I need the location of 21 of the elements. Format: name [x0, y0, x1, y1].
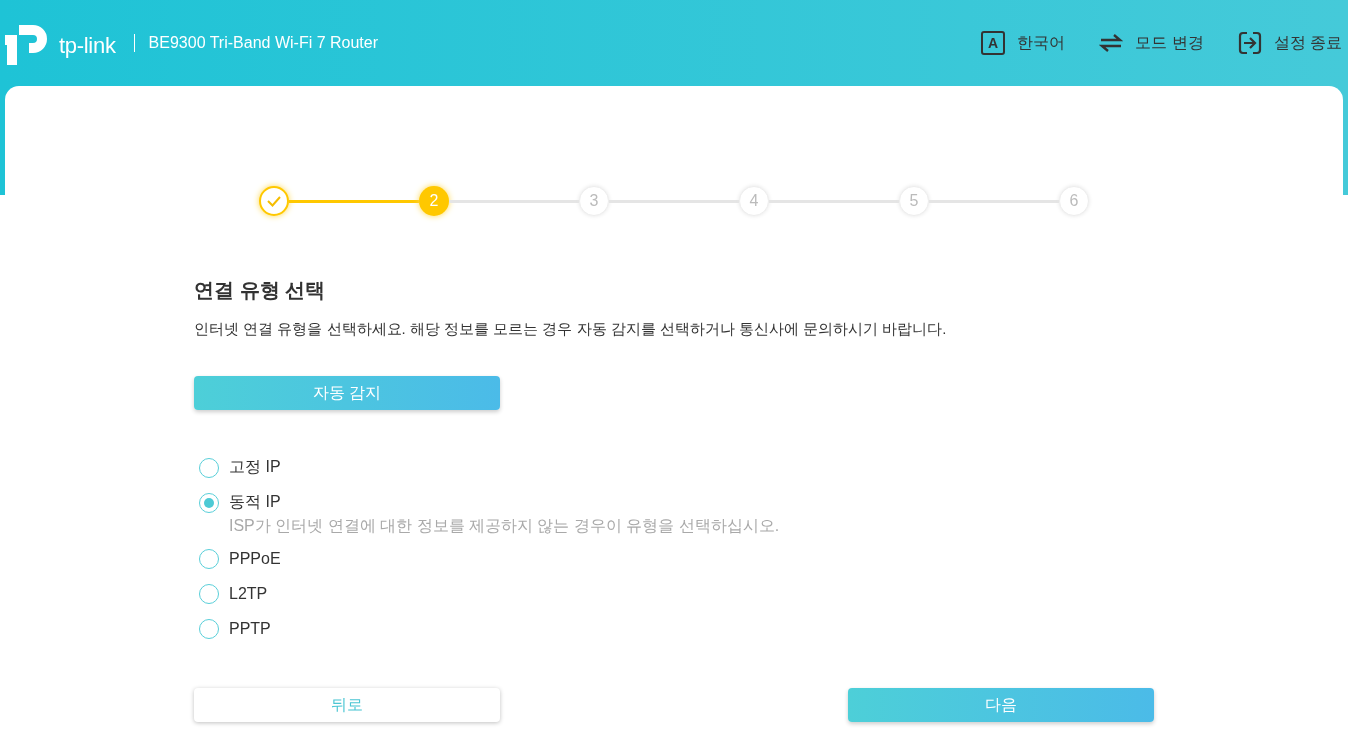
option-hint: ISP가 인터넷 연결에 대한 정보를 제공하지 않는 경우이 유형을 선택하십시오.: [229, 516, 781, 536]
exit-icon: [1237, 31, 1262, 55]
option-label: PPTP: [229, 619, 271, 638]
language-icon: A: [981, 31, 1006, 55]
swap-arrows-icon: [1099, 33, 1124, 53]
logo-text: tp-link: [59, 33, 116, 59]
option-label: 고정 IP: [229, 457, 281, 477]
step-indicator: 2: [419, 186, 449, 216]
section-title: 연결 유형 선택: [194, 278, 327, 303]
option-label: PPPoE: [229, 549, 281, 568]
description-text: 인터넷 연결 유형을 선택하세요. 해당 정보를 모르는 경우 자동 감지를 선택하거나 통신사에 문의하시기 바랍니다.: [194, 320, 948, 339]
step-indicator: 4: [739, 186, 769, 216]
step-indicator: 3: [579, 186, 609, 216]
step-indicator: 6: [1059, 186, 1089, 216]
option-label: L2TP: [229, 584, 268, 603]
mode-change-link[interactable]: 모드 변경: [1099, 32, 1204, 54]
exit-setup-link[interactable]: 설정 종료: [1237, 31, 1342, 55]
router-title: BE9300 Tri-Band Wi-Fi 7 Router: [148, 34, 378, 52]
option-label: 동적 IP: [229, 492, 281, 512]
step-indicator: 5: [899, 186, 929, 216]
language-link[interactable]: A 한국어: [981, 31, 1066, 55]
